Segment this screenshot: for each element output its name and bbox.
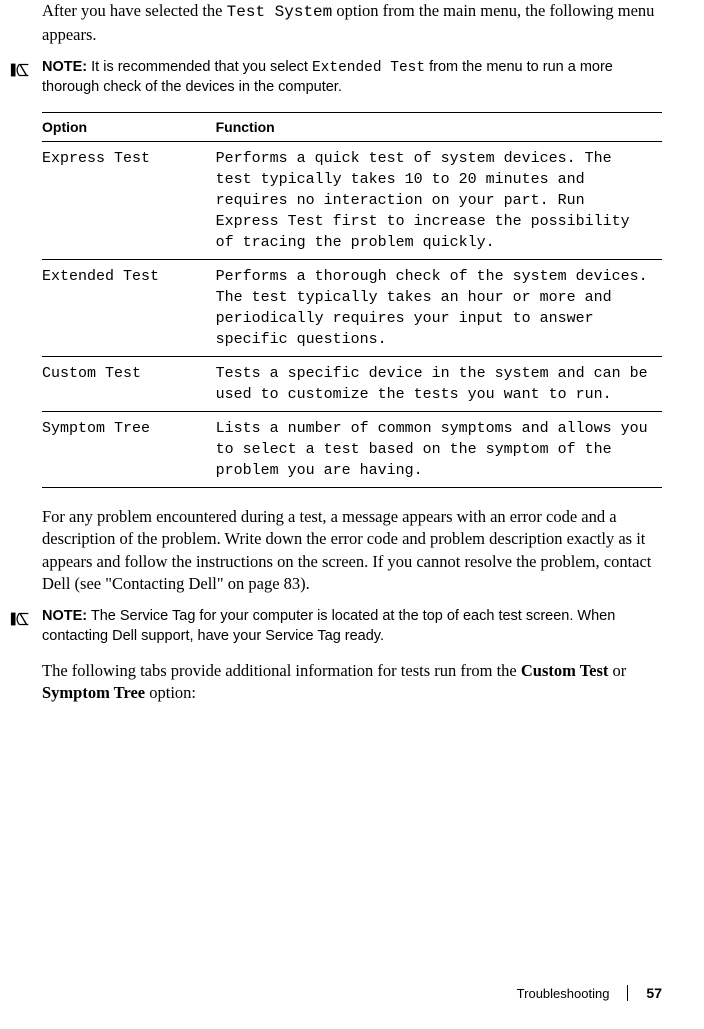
paragraph-2: For any problem encountered during a tes… [42,506,662,595]
table-row: Extended Test Performs a thorough check … [42,259,662,356]
footer-separator [627,985,628,1001]
para3-pre: The following tabs provide additional in… [42,661,521,680]
cell-function: Tests a specific device in the system an… [216,356,662,411]
note1-pre: It is recommended that you select [87,59,312,75]
note-block-2: NOTE: The Service Tag for your computer … [42,607,662,646]
table-row: Express Test Performs a quick test of sy… [42,141,662,259]
note-icon [10,608,32,630]
paragraph-3: The following tabs provide additional in… [42,660,662,705]
footer-section: Troubleshooting [517,986,610,1001]
note-block-1: NOTE: It is recommended that you select … [42,58,662,98]
intro-code: Test System [227,3,333,21]
para3-b2: Symptom Tree [42,683,145,702]
cell-option: Extended Test [42,259,216,356]
para3-post: option: [145,683,196,702]
header-option: Option [42,112,216,141]
options-table: Option Function Express Test Performs a … [42,112,662,488]
note-icon [10,59,32,81]
intro-pre: After you have selected the [42,1,227,20]
note-1-text: NOTE: It is recommended that you select … [42,58,662,98]
cell-function: Lists a number of common symptoms and al… [216,411,662,487]
cell-option: Custom Test [42,356,216,411]
note-2-text: NOTE: The Service Tag for your computer … [42,607,662,646]
intro-paragraph: After you have selected the Test System … [42,0,662,46]
note1-code: Extended Test [312,60,425,76]
para3-mid: or [608,661,626,680]
header-function: Function [216,112,662,141]
note2-body: The Service Tag for your computer is loc… [42,608,615,644]
page-footer: Troubleshooting 57 [517,985,662,1001]
table-row: Custom Test Tests a specific device in t… [42,356,662,411]
para3-b1: Custom Test [521,661,609,680]
table-header-row: Option Function [42,112,662,141]
table-row: Symptom Tree Lists a number of common sy… [42,411,662,487]
cell-function: Performs a thorough check of the system … [216,259,662,356]
note-label: NOTE: [42,59,87,75]
cell-option: Express Test [42,141,216,259]
cell-function: Performs a quick test of system devices.… [216,141,662,259]
footer-page-number: 57 [646,985,662,1001]
cell-option: Symptom Tree [42,411,216,487]
note-label: NOTE: [42,608,87,624]
